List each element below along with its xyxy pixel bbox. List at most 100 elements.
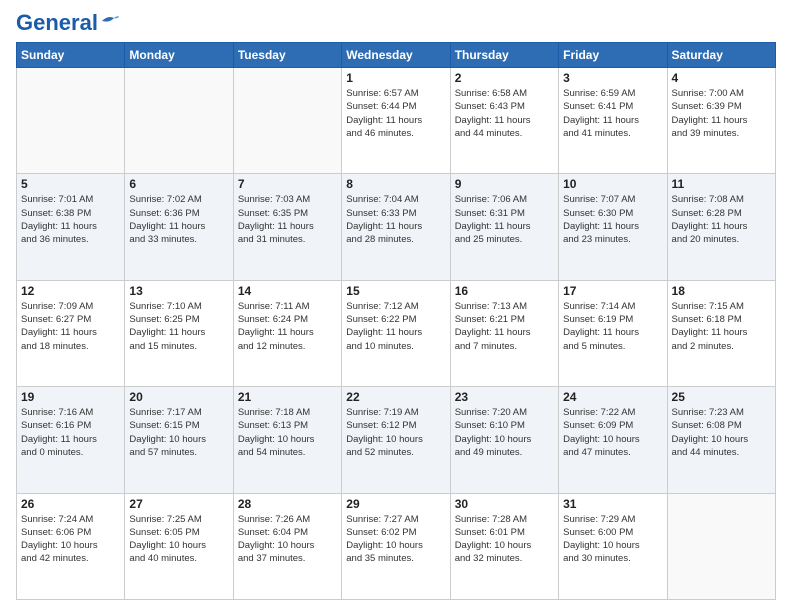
day-number: 19 <box>21 390 120 404</box>
logo-text-general: General <box>16 12 98 34</box>
day-number: 12 <box>21 284 120 298</box>
day-info: Sunrise: 7:28 AM Sunset: 6:01 PM Dayligh… <box>455 513 554 566</box>
calendar-day-cell: 20 Sunrise: 7:17 AM Sunset: 6:15 PM Dayli… <box>125 387 233 493</box>
calendar-day-cell: 26 Sunrise: 7:24 AM Sunset: 6:06 PM Dayli… <box>17 493 125 599</box>
calendar-day-cell: 3Sunrise: 6:59 AM Sunset: 6:41 PM Daylig… <box>559 68 667 174</box>
calendar-day-cell: 15Sunrise: 7:12 AM Sunset: 6:22 PM Dayli… <box>342 280 450 386</box>
day-info: Sunrise: 7:02 AM Sunset: 6:36 PM Dayligh… <box>129 193 228 246</box>
calendar-day-cell: 18Sunrise: 7:15 AM Sunset: 6:18 PM Dayli… <box>667 280 775 386</box>
day-info: Sunrise: 7:20 AM Sunset: 6:10 PM Dayligh… <box>455 406 554 459</box>
calendar-day-header: Monday <box>125 43 233 68</box>
calendar-week-row: 5 Sunrise: 7:01 AM Sunset: 6:38 PM Daylig… <box>17 174 776 280</box>
day-number: 10 <box>563 177 662 191</box>
calendar-day-cell <box>17 68 125 174</box>
day-info: Sunrise: 7:24 AM Sunset: 6:06 PM Dayligh… <box>21 513 120 566</box>
page: General SundayMondayTuesdayWednesdayThur… <box>0 0 792 612</box>
day-number: 31 <box>563 497 662 511</box>
day-number: 25 <box>672 390 771 404</box>
day-info: Sunrise: 7:09 AM Sunset: 6:27 PM Dayligh… <box>21 300 120 353</box>
day-number: 22 <box>346 390 445 404</box>
calendar-week-row: 12 Sunrise: 7:09 AM Sunset: 6:27 PM Dayli… <box>17 280 776 386</box>
calendar-day-cell <box>233 68 341 174</box>
calendar-day-cell: 22 Sunrise: 7:19 AM Sunset: 6:12 PM Dayli… <box>342 387 450 493</box>
calendar-day-cell: 12 Sunrise: 7:09 AM Sunset: 6:27 PM Dayli… <box>17 280 125 386</box>
day-number: 30 <box>455 497 554 511</box>
calendar-day-cell <box>667 493 775 599</box>
day-info: Sunrise: 7:22 AM Sunset: 6:09 PM Dayligh… <box>563 406 662 459</box>
day-info: Sunrise: 7:27 AM Sunset: 6:02 PM Dayligh… <box>346 513 445 566</box>
calendar-week-row: 19Sunrise: 7:16 AM Sunset: 6:16 PM Dayli… <box>17 387 776 493</box>
day-number: 20 <box>129 390 228 404</box>
calendar-day-cell: 8Sunrise: 7:04 AM Sunset: 6:33 PM Daylig… <box>342 174 450 280</box>
calendar-day-cell: 27 Sunrise: 7:25 AM Sunset: 6:05 PM Dayli… <box>125 493 233 599</box>
day-number: 16 <box>455 284 554 298</box>
day-number: 18 <box>672 284 771 298</box>
day-info: Sunrise: 7:10 AM Sunset: 6:25 PM Dayligh… <box>129 300 228 353</box>
calendar-day-cell: 21 Sunrise: 7:18 AM Sunset: 6:13 PM Dayli… <box>233 387 341 493</box>
day-number: 27 <box>129 497 228 511</box>
day-info: Sunrise: 7:18 AM Sunset: 6:13 PM Dayligh… <box>238 406 337 459</box>
day-info: Sunrise: 6:58 AM Sunset: 6:43 PM Dayligh… <box>455 87 554 140</box>
calendar-week-row: 1Sunrise: 6:57 AM Sunset: 6:44 PM Daylig… <box>17 68 776 174</box>
day-info: Sunrise: 7:29 AM Sunset: 6:00 PM Dayligh… <box>563 513 662 566</box>
day-number: 8 <box>346 177 445 191</box>
calendar-week-row: 26 Sunrise: 7:24 AM Sunset: 6:06 PM Dayli… <box>17 493 776 599</box>
day-number: 5 <box>21 177 120 191</box>
day-info: Sunrise: 7:23 AM Sunset: 6:08 PM Dayligh… <box>672 406 771 459</box>
calendar-day-header: Sunday <box>17 43 125 68</box>
calendar-day-header: Saturday <box>667 43 775 68</box>
day-info: Sunrise: 7:07 AM Sunset: 6:30 PM Dayligh… <box>563 193 662 246</box>
day-info: Sunrise: 7:19 AM Sunset: 6:12 PM Dayligh… <box>346 406 445 459</box>
calendar-day-cell: 17 Sunrise: 7:14 AM Sunset: 6:19 PM Dayli… <box>559 280 667 386</box>
calendar-day-cell: 2Sunrise: 6:58 AM Sunset: 6:43 PM Daylig… <box>450 68 558 174</box>
day-info: Sunrise: 7:06 AM Sunset: 6:31 PM Dayligh… <box>455 193 554 246</box>
calendar-day-cell: 24Sunrise: 7:22 AM Sunset: 6:09 PM Dayli… <box>559 387 667 493</box>
day-number: 13 <box>129 284 228 298</box>
day-number: 11 <box>672 177 771 191</box>
calendar-day-cell: 25 Sunrise: 7:23 AM Sunset: 6:08 PM Dayli… <box>667 387 775 493</box>
calendar-header-row: SundayMondayTuesdayWednesdayThursdayFrid… <box>17 43 776 68</box>
calendar-day-cell: 7 Sunrise: 7:03 AM Sunset: 6:35 PM Daylig… <box>233 174 341 280</box>
day-info: Sunrise: 7:14 AM Sunset: 6:19 PM Dayligh… <box>563 300 662 353</box>
day-number: 14 <box>238 284 337 298</box>
day-number: 9 <box>455 177 554 191</box>
calendar-day-cell: 11 Sunrise: 7:08 AM Sunset: 6:28 PM Dayli… <box>667 174 775 280</box>
day-number: 4 <box>672 71 771 85</box>
day-number: 29 <box>346 497 445 511</box>
day-info: Sunrise: 7:17 AM Sunset: 6:15 PM Dayligh… <box>129 406 228 459</box>
day-info: Sunrise: 7:01 AM Sunset: 6:38 PM Dayligh… <box>21 193 120 246</box>
logo: General <box>16 12 120 34</box>
day-number: 7 <box>238 177 337 191</box>
calendar-day-cell: 14 Sunrise: 7:11 AM Sunset: 6:24 PM Dayli… <box>233 280 341 386</box>
calendar-day-cell: 29 Sunrise: 7:27 AM Sunset: 6:02 PM Dayli… <box>342 493 450 599</box>
calendar-day-cell <box>125 68 233 174</box>
day-info: Sunrise: 7:26 AM Sunset: 6:04 PM Dayligh… <box>238 513 337 566</box>
calendar-day-header: Tuesday <box>233 43 341 68</box>
calendar-day-cell: 4 Sunrise: 7:00 AM Sunset: 6:39 PM Daylig… <box>667 68 775 174</box>
calendar-table: SundayMondayTuesdayWednesdayThursdayFrid… <box>16 42 776 600</box>
day-info: Sunrise: 7:00 AM Sunset: 6:39 PM Dayligh… <box>672 87 771 140</box>
calendar-day-header: Thursday <box>450 43 558 68</box>
calendar-day-cell: 16 Sunrise: 7:13 AM Sunset: 6:21 PM Dayli… <box>450 280 558 386</box>
calendar-day-cell: 1Sunrise: 6:57 AM Sunset: 6:44 PM Daylig… <box>342 68 450 174</box>
day-number: 26 <box>21 497 120 511</box>
day-info: Sunrise: 7:11 AM Sunset: 6:24 PM Dayligh… <box>238 300 337 353</box>
day-info: Sunrise: 7:25 AM Sunset: 6:05 PM Dayligh… <box>129 513 228 566</box>
day-info: Sunrise: 7:03 AM Sunset: 6:35 PM Dayligh… <box>238 193 337 246</box>
day-number: 17 <box>563 284 662 298</box>
header: General <box>16 12 776 34</box>
calendar-day-header: Friday <box>559 43 667 68</box>
calendar-day-cell: 28Sunrise: 7:26 AM Sunset: 6:04 PM Dayli… <box>233 493 341 599</box>
calendar-day-header: Wednesday <box>342 43 450 68</box>
calendar-day-cell: 13 Sunrise: 7:10 AM Sunset: 6:25 PM Dayli… <box>125 280 233 386</box>
day-number: 6 <box>129 177 228 191</box>
day-info: Sunrise: 7:08 AM Sunset: 6:28 PM Dayligh… <box>672 193 771 246</box>
day-number: 23 <box>455 390 554 404</box>
calendar-day-cell: 30 Sunrise: 7:28 AM Sunset: 6:01 PM Dayli… <box>450 493 558 599</box>
day-info: Sunrise: 6:59 AM Sunset: 6:41 PM Dayligh… <box>563 87 662 140</box>
day-info: Sunrise: 7:13 AM Sunset: 6:21 PM Dayligh… <box>455 300 554 353</box>
day-number: 21 <box>238 390 337 404</box>
calendar-day-cell: 6 Sunrise: 7:02 AM Sunset: 6:36 PM Daylig… <box>125 174 233 280</box>
logo-bird-icon <box>100 13 120 29</box>
calendar-day-cell: 5 Sunrise: 7:01 AM Sunset: 6:38 PM Daylig… <box>17 174 125 280</box>
